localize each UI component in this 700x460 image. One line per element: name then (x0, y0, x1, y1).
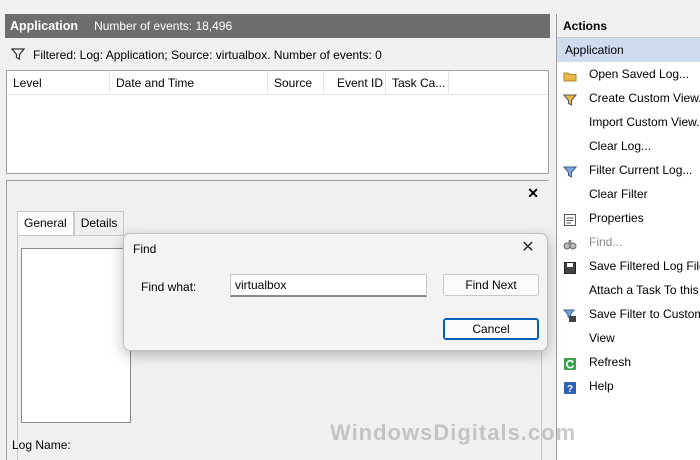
cancel-button[interactable]: Cancel (443, 318, 539, 340)
close-icon[interactable]: ✕ (527, 185, 539, 202)
actions-section-application[interactable]: Application (557, 38, 700, 62)
folder-icon (563, 67, 577, 82)
column-date-time[interactable]: Date and Time (110, 71, 268, 95)
refresh-icon (563, 355, 577, 370)
action-label: Attach a Task To this Log... (589, 283, 700, 297)
column-task-category[interactable]: Task Ca... (386, 71, 449, 95)
action-create-custom-view[interactable]: Create Custom View... (557, 86, 700, 110)
help-icon: ? (563, 379, 577, 395)
log-title: Application (10, 19, 79, 33)
action-find[interactable]: Find... (557, 230, 700, 254)
action-clear-filter[interactable]: Clear Filter (557, 182, 700, 206)
event-description-box (21, 248, 131, 423)
action-label: Properties (589, 211, 644, 225)
find-what-input[interactable] (230, 274, 427, 297)
log-title-bar: Application Number of events: 18,496 (5, 14, 550, 38)
filter-description: Filtered: Log: Application; Source: virt… (33, 48, 382, 62)
action-label: Help (589, 379, 614, 393)
action-label: Filter Current Log... (589, 163, 693, 177)
action-refresh[interactable]: Refresh (557, 350, 700, 374)
filter-bar: Filtered: Log: Application; Source: virt… (5, 42, 550, 68)
watermark-text: WindowsDigitals.com (330, 420, 577, 445)
action-properties[interactable]: Properties (557, 206, 700, 230)
action-open-saved-log[interactable]: Open Saved Log... (557, 62, 700, 86)
action-help[interactable]: ? Help (557, 374, 700, 398)
action-label: View (589, 331, 615, 345)
column-source[interactable]: Source (268, 71, 324, 95)
log-name-label: Log Name: (12, 438, 71, 452)
find-dialog-title: Find (133, 242, 157, 256)
action-label: Create Custom View... (589, 91, 700, 105)
save-icon (563, 259, 577, 274)
action-label: Find... (589, 235, 623, 249)
find-next-button[interactable]: Find Next (443, 274, 539, 296)
action-label: Refresh (589, 355, 632, 369)
action-attach-task[interactable]: Attach a Task To this Log... (557, 278, 700, 302)
find-what-label: Find what: (141, 280, 197, 294)
action-label: Save Filtered Log File As... (589, 259, 700, 273)
event-count: Number of events: 18,496 (94, 19, 233, 33)
action-clear-log[interactable]: Clear Log... (557, 134, 700, 158)
binoculars-icon (563, 235, 577, 250)
event-list[interactable]: Level Date and Time Source Event ID Task… (6, 70, 549, 174)
column-level[interactable]: Level (7, 71, 110, 95)
action-import-custom-view[interactable]: Import Custom View... (557, 110, 700, 134)
column-event-id[interactable]: Event ID (324, 71, 386, 95)
find-dialog: Find ✕ Find what: Find Next Cancel (123, 233, 548, 351)
action-filter-current-log[interactable]: Filter Current Log... (557, 158, 700, 182)
event-list-header: Level Date and Time Source Event ID Task… (7, 71, 548, 95)
actions-header: Actions (557, 14, 700, 38)
properties-icon (563, 211, 577, 226)
action-label: Open Saved Log... (589, 67, 690, 81)
event-log-panel: Application Number of events: 18,496 Fil… (0, 0, 552, 460)
save-filter-icon (562, 307, 577, 322)
tab-general[interactable]: General (17, 211, 74, 235)
close-icon[interactable]: ✕ (517, 237, 539, 259)
action-label: Clear Filter (589, 187, 648, 201)
funnel-icon (562, 163, 578, 178)
svg-text:?: ? (567, 384, 573, 395)
action-label: Import Custom View... (589, 115, 700, 129)
detail-tabs: General Details (17, 211, 125, 235)
action-label: Save Filter to Custom View... (589, 307, 700, 321)
tab-details[interactable]: Details (73, 211, 125, 235)
action-save-filtered-log[interactable]: Save Filtered Log File As... (557, 254, 700, 278)
action-save-filter-custom-view[interactable]: Save Filter to Custom View... (557, 302, 700, 326)
funnel-icon (10, 47, 26, 64)
funnel-icon (562, 91, 578, 106)
actions-panel: Actions Application Open Saved Log... Cr… (556, 14, 700, 460)
action-label: Clear Log... (589, 139, 652, 153)
action-view[interactable]: View (557, 326, 700, 350)
